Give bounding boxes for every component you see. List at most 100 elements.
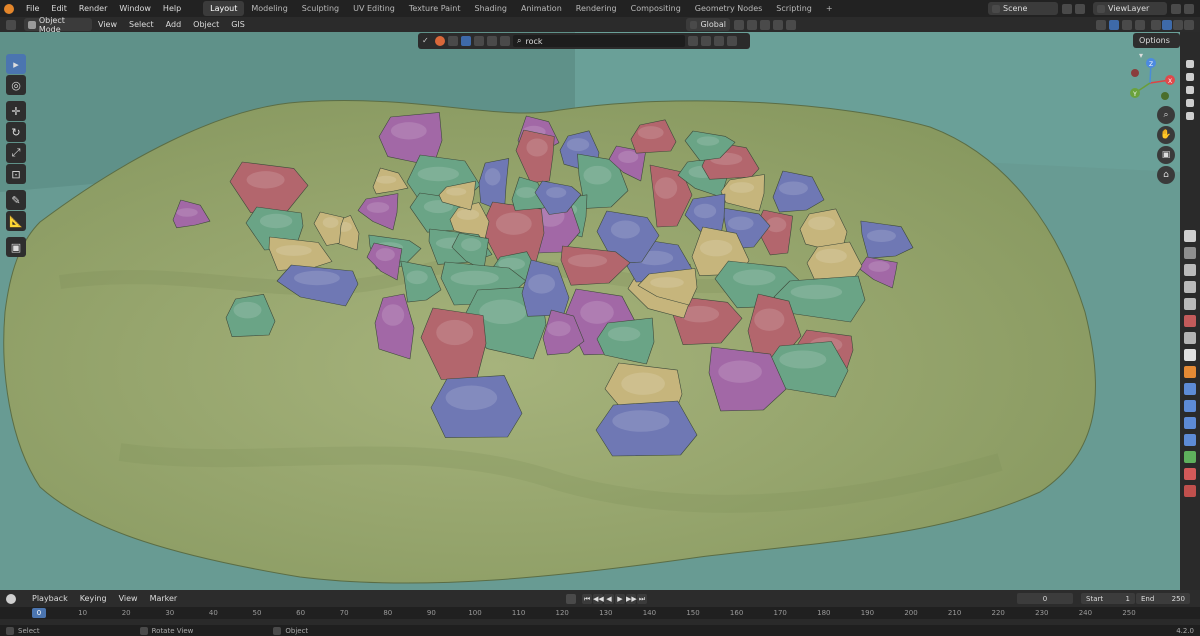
material-properties-icon[interactable] xyxy=(1184,468,1196,480)
clear-search-icon[interactable] xyxy=(688,36,698,46)
timeline-editor-icon[interactable] xyxy=(6,593,16,604)
add-workspace-button[interactable]: + xyxy=(819,1,840,16)
filter-toggle-icon[interactable]: ✓ xyxy=(422,36,432,46)
pan-hand-icon[interactable]: ✋ xyxy=(1157,126,1175,144)
auto-keying-icon[interactable] xyxy=(566,593,576,604)
header-menu-view[interactable]: View xyxy=(92,16,123,33)
header-menu-object[interactable]: Object xyxy=(187,16,225,33)
menu-file[interactable]: File xyxy=(20,0,45,17)
scene-selector[interactable]: Scene xyxy=(988,2,1058,15)
tool-properties-icon[interactable] xyxy=(1184,230,1196,242)
world-properties-icon[interactable] xyxy=(1184,332,1196,344)
delete-view-layer-icon[interactable] xyxy=(1184,3,1194,14)
workspace-tab-uv-editing[interactable]: UV Editing xyxy=(346,1,402,16)
timeline-menu-marker[interactable]: Marker xyxy=(144,590,184,607)
menu-edit[interactable]: Edit xyxy=(45,0,73,17)
workspace-tab-sculpting[interactable]: Sculpting xyxy=(295,1,346,16)
new-scene-icon[interactable] xyxy=(1062,3,1072,14)
filter-other-icon[interactable] xyxy=(500,36,510,46)
outliner-search-input[interactable]: ⌕ rock xyxy=(513,35,685,47)
delete-scene-icon[interactable] xyxy=(1075,3,1085,14)
menu-window[interactable]: Window xyxy=(113,0,157,17)
play-icon[interactable]: ▶ xyxy=(615,593,625,604)
physics-properties-icon[interactable] xyxy=(1184,417,1196,429)
transform-tool-icon[interactable]: ⊡ xyxy=(6,164,26,184)
data-properties-icon[interactable] xyxy=(1184,451,1196,463)
pivot-point-icon[interactable] xyxy=(734,19,744,30)
overlays-toggle-icon[interactable] xyxy=(1122,19,1132,30)
object-properties-icon[interactable] xyxy=(1184,366,1196,378)
constraints-properties-icon[interactable] xyxy=(1184,434,1196,446)
header-menu-select[interactable]: Select xyxy=(123,16,160,33)
bookmark-icon[interactable] xyxy=(701,36,711,46)
shading-wireframe-icon[interactable] xyxy=(1151,19,1161,30)
camera-visibility-icon[interactable] xyxy=(1186,99,1194,107)
play-reverse-icon[interactable]: ◀ xyxy=(604,593,614,604)
collection-properties-icon[interactable] xyxy=(1184,349,1196,361)
tool-settings-icon[interactable] xyxy=(1184,247,1196,259)
shading-solid-icon[interactable] xyxy=(1162,19,1172,30)
header-menu-gis[interactable]: GIS xyxy=(225,16,251,33)
proportional-edit-icon[interactable] xyxy=(773,19,783,30)
modifier-properties-icon[interactable] xyxy=(1184,383,1196,395)
workspace-tab-rendering[interactable]: Rendering xyxy=(569,1,624,16)
scene-properties-icon[interactable] xyxy=(1184,315,1196,327)
add-cube-tool-icon[interactable]: ▣ xyxy=(6,237,26,257)
navigation-gizmo[interactable]: X Z Y xyxy=(1125,58,1175,108)
workspace-tab-modeling[interactable]: Modeling xyxy=(244,1,294,16)
end-frame-field[interactable]: End 250 xyxy=(1136,593,1190,604)
transform-orientation-selector[interactable]: Global xyxy=(686,18,730,31)
particles-properties-icon[interactable] xyxy=(1184,400,1196,412)
filter-type-icon[interactable] xyxy=(461,36,471,46)
filter-light-icon[interactable] xyxy=(474,36,484,46)
3d-viewport[interactable]: ▸ ◎ ✛ ↻ ⤢ ⊡ ✎ 📐 ▣ ✓ ⌕ rock Options ▾ X Z… xyxy=(0,32,1180,590)
workspace-tab-texture-paint[interactable]: Texture Paint xyxy=(402,1,468,16)
view-layer-properties-icon[interactable] xyxy=(1184,298,1196,310)
measure-tool-icon[interactable]: 📐 xyxy=(6,211,26,231)
falloff-icon[interactable] xyxy=(786,19,796,30)
output-properties-icon[interactable] xyxy=(1184,281,1196,293)
jump-to-end-icon[interactable]: ⏭ xyxy=(637,593,647,604)
editor-type-icon[interactable] xyxy=(6,19,16,30)
blender-logo-icon[interactable] xyxy=(4,3,14,14)
rotate-tool-icon[interactable]: ↻ xyxy=(6,122,26,142)
new-view-layer-icon[interactable] xyxy=(1171,3,1181,14)
menu-render[interactable]: Render xyxy=(73,0,113,17)
filter-camera-icon[interactable] xyxy=(487,36,497,46)
perspective-toggle-icon[interactable]: ⌂ xyxy=(1157,166,1175,184)
camera-visibility-icon[interactable] xyxy=(1186,86,1194,94)
timeline-ruler[interactable]: 0 10 20 30 40 50 60 70 80 90 100 110 120 130 140 150 160… xyxy=(0,607,1200,619)
workspace-tab-compositing[interactable]: Compositing xyxy=(624,1,688,16)
color-mode-icon[interactable] xyxy=(435,36,445,46)
annotate-tool-icon[interactable]: ✎ xyxy=(6,190,26,210)
shading-rendered-icon[interactable] xyxy=(1184,19,1194,30)
snap-icon[interactable] xyxy=(747,19,757,30)
cursor-tool-icon[interactable]: ◎ xyxy=(6,75,26,95)
workspace-tab-animation[interactable]: Animation xyxy=(514,1,569,16)
render-properties-icon[interactable] xyxy=(1184,264,1196,276)
move-tool-icon[interactable]: ✛ xyxy=(6,101,26,121)
workspace-tab-scripting[interactable]: Scripting xyxy=(769,1,819,16)
shading-material-icon[interactable] xyxy=(1173,19,1183,30)
camera-visibility-icon[interactable] xyxy=(1186,112,1194,120)
start-frame-field[interactable]: Start 1 xyxy=(1081,593,1135,604)
jump-to-keyframe-forward-icon[interactable]: ▶▶ xyxy=(626,593,637,604)
texture-properties-icon[interactable] xyxy=(1184,485,1196,497)
timeline-menu-view[interactable]: View xyxy=(113,590,144,607)
options-button[interactable]: Options ▾ xyxy=(1133,33,1180,60)
scale-tool-icon[interactable]: ⤢ xyxy=(6,143,26,163)
jump-to-keyframe-back-icon[interactable]: ◀◀ xyxy=(593,593,604,604)
workspace-tab-layout[interactable]: Layout xyxy=(203,1,245,16)
menu-help[interactable]: Help xyxy=(157,0,187,17)
mode-selector[interactable]: Object Mode xyxy=(24,16,92,34)
sort-icon[interactable] xyxy=(714,36,724,46)
camera-visibility-icon[interactable] xyxy=(1186,73,1194,81)
zoom-icon[interactable]: ⌕ xyxy=(1157,106,1175,124)
jump-to-start-icon[interactable]: ⏮ xyxy=(582,593,592,604)
filter-funnel-icon[interactable] xyxy=(727,36,737,46)
timeline-menu-playback[interactable]: Playback xyxy=(26,590,74,607)
viewport-visibility-icon[interactable] xyxy=(1096,19,1106,30)
xray-toggle-icon[interactable] xyxy=(1135,19,1145,30)
camera-visibility-icon[interactable] xyxy=(1186,60,1194,68)
workspace-tab-shading[interactable]: Shading xyxy=(467,1,514,16)
